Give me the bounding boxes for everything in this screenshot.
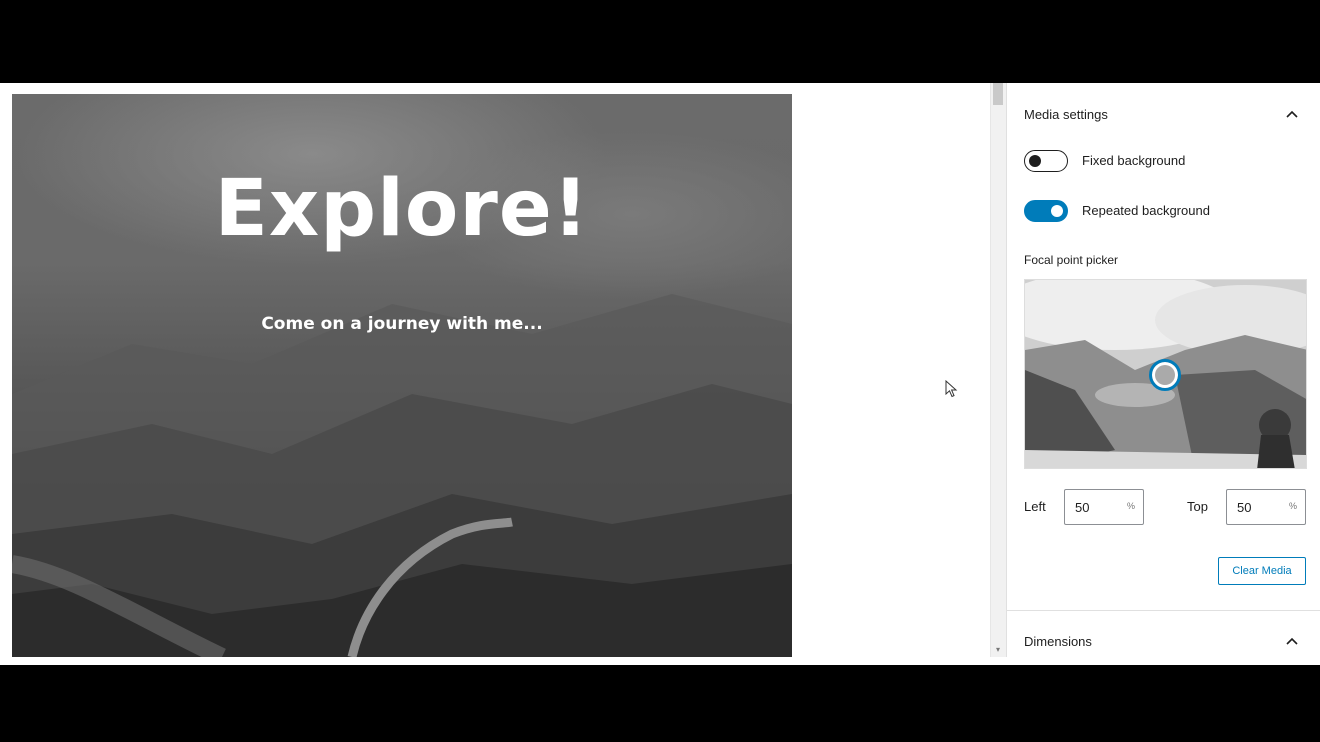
panel-divider (1006, 610, 1320, 611)
cover-subtitle[interactable]: Come on a journey with me... (12, 314, 792, 334)
toggle-knob (1029, 155, 1041, 167)
chevron-up-icon[interactable] (1285, 636, 1299, 646)
top-field-label: Top (1187, 499, 1208, 514)
focal-left-unit: % (1126, 501, 1135, 511)
scroll-down-arrow-icon[interactable]: ▾ (994, 646, 1002, 654)
dimensions-title[interactable]: Dimensions (1024, 634, 1092, 649)
cover-title[interactable]: Explore! (12, 164, 792, 254)
letterbox-bottom (0, 665, 1320, 742)
focal-point-picker-label: Focal point picker (1024, 253, 1119, 267)
focal-left-input[interactable]: % (1064, 489, 1144, 525)
clear-media-button[interactable]: Clear Media (1218, 557, 1306, 585)
focal-top-input[interactable]: % (1226, 489, 1306, 525)
repeated-background-label: Repeated background (1082, 203, 1210, 218)
focal-point-handle[interactable] (1149, 359, 1181, 391)
scrollbar-thumb[interactable] (993, 83, 1003, 105)
media-settings-title[interactable]: Media settings (1024, 107, 1108, 122)
cover-block[interactable]: Explore! Come on a journey with me... (12, 94, 792, 657)
repeated-background-toggle[interactable] (1024, 200, 1068, 222)
canvas-scrollbar[interactable] (990, 83, 1006, 657)
chevron-up-icon[interactable] (1285, 109, 1299, 119)
focal-top-unit: % (1288, 501, 1297, 511)
letterbox-top (0, 0, 1320, 83)
fixed-background-label: Fixed background (1082, 153, 1186, 168)
fixed-background-toggle[interactable] (1024, 150, 1068, 172)
left-field-label: Left (1024, 499, 1046, 514)
mouse-cursor-icon (945, 380, 958, 398)
toggle-knob (1051, 205, 1063, 217)
